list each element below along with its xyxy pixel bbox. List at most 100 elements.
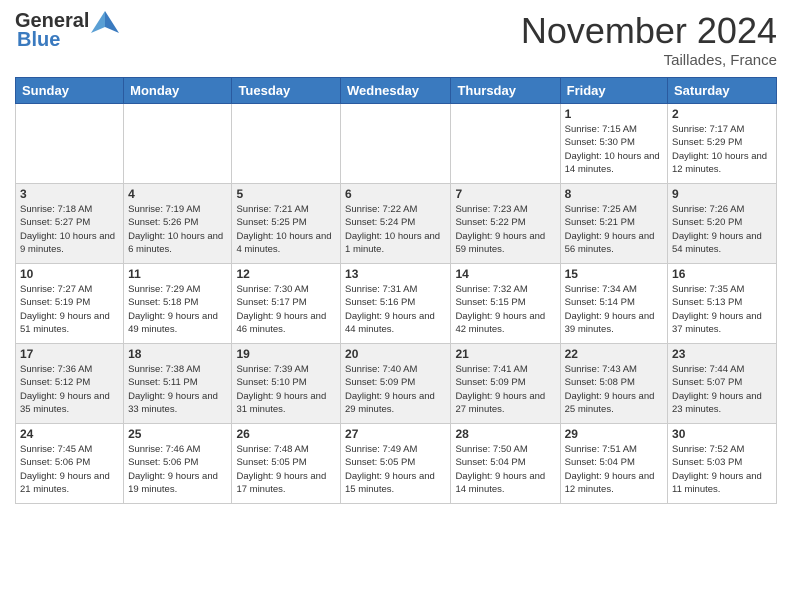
calendar-cell — [232, 104, 341, 184]
day-number: 18 — [128, 347, 227, 361]
day-number: 30 — [672, 427, 772, 441]
logo-blue-text: Blue — [17, 29, 60, 52]
day-number: 6 — [345, 187, 446, 201]
calendar-cell: 25 Sunrise: 7:46 AM Sunset: 5:06 PM Dayli… — [124, 424, 232, 504]
day-info: Sunrise: 7:52 AM Sunset: 5:03 PM Dayligh… — [672, 443, 772, 496]
page-container: General Blue November 2024 Taillades, Fr… — [0, 0, 792, 514]
day-number: 17 — [20, 347, 119, 361]
calendar-cell: 16 Sunrise: 7:35 AM Sunset: 5:13 PM Dayli… — [668, 264, 777, 344]
day-number: 9 — [672, 187, 772, 201]
col-tuesday: Tuesday — [232, 78, 341, 104]
calendar-cell: 26 Sunrise: 7:48 AM Sunset: 5:05 PM Dayli… — [232, 424, 341, 504]
day-info: Sunrise: 7:21 AM Sunset: 5:25 PM Dayligh… — [236, 203, 336, 256]
day-number: 19 — [236, 347, 336, 361]
day-info: Sunrise: 7:17 AM Sunset: 5:29 PM Dayligh… — [672, 123, 772, 176]
calendar-cell: 3Sunrise: 7:18 AM Sunset: 5:27 PM Daylig… — [16, 184, 124, 264]
day-info: Sunrise: 7:45 AM Sunset: 5:06 PM Dayligh… — [20, 443, 119, 496]
day-info: Sunrise: 7:51 AM Sunset: 5:04 PM Dayligh… — [565, 443, 663, 496]
day-info: Sunrise: 7:48 AM Sunset: 5:05 PM Dayligh… — [236, 443, 336, 496]
calendar-week-4: 17 Sunrise: 7:36 AM Sunset: 5:12 PM Dayli… — [16, 344, 777, 424]
day-number: 15 — [565, 267, 663, 281]
day-info: Sunrise: 7:26 AM Sunset: 5:20 PM Dayligh… — [672, 203, 772, 256]
calendar-cell: 17 Sunrise: 7:36 AM Sunset: 5:12 PM Dayli… — [16, 344, 124, 424]
calendar-week-1: 1 Sunrise: 7:15 AM Sunset: 5:30 PM Daylig… — [16, 104, 777, 184]
day-number: 5 — [236, 187, 336, 201]
day-info: Sunrise: 7:44 AM Sunset: 5:07 PM Dayligh… — [672, 363, 772, 416]
calendar-cell — [341, 104, 451, 184]
day-number: 21 — [455, 347, 555, 361]
day-number: 10 — [20, 267, 119, 281]
day-number: 25 — [128, 427, 227, 441]
day-info: Sunrise: 7:41 AM Sunset: 5:09 PM Dayligh… — [455, 363, 555, 416]
calendar-cell: 23 Sunrise: 7:44 AM Sunset: 5:07 PM Dayli… — [668, 344, 777, 424]
day-info: Sunrise: 7:46 AM Sunset: 5:06 PM Dayligh… — [128, 443, 227, 496]
month-title: November 2024 — [521, 10, 777, 52]
calendar: Sunday Monday Tuesday Wednesday Thursday… — [15, 77, 777, 504]
col-thursday: Thursday — [451, 78, 560, 104]
day-number: 2 — [672, 107, 772, 121]
calendar-cell: 30 Sunrise: 7:52 AM Sunset: 5:03 PM Dayli… — [668, 424, 777, 504]
col-monday: Monday — [124, 78, 232, 104]
calendar-cell: 14 Sunrise: 7:32 AM Sunset: 5:15 PM Dayli… — [451, 264, 560, 344]
day-number: 24 — [20, 427, 119, 441]
day-number: 16 — [672, 267, 772, 281]
calendar-cell: 24 Sunrise: 7:45 AM Sunset: 5:06 PM Dayli… — [16, 424, 124, 504]
day-info: Sunrise: 7:15 AM Sunset: 5:30 PM Dayligh… — [565, 123, 663, 176]
calendar-cell — [451, 104, 560, 184]
day-number: 29 — [565, 427, 663, 441]
calendar-week-2: 3Sunrise: 7:18 AM Sunset: 5:27 PM Daylig… — [16, 184, 777, 264]
day-number: 11 — [128, 267, 227, 281]
title-section: November 2024 Taillades, France — [521, 10, 777, 69]
calendar-cell: 7Sunrise: 7:23 AM Sunset: 5:22 PM Daylig… — [451, 184, 560, 264]
calendar-header-row: Sunday Monday Tuesday Wednesday Thursday… — [16, 78, 777, 104]
col-friday: Friday — [560, 78, 667, 104]
day-info: Sunrise: 7:36 AM Sunset: 5:12 PM Dayligh… — [20, 363, 119, 416]
calendar-cell: 21 Sunrise: 7:41 AM Sunset: 5:09 PM Dayli… — [451, 344, 560, 424]
calendar-cell: 18 Sunrise: 7:38 AM Sunset: 5:11 PM Dayli… — [124, 344, 232, 424]
day-number: 4 — [128, 187, 227, 201]
day-number: 7 — [455, 187, 555, 201]
day-number: 8 — [565, 187, 663, 201]
calendar-cell: 8 Sunrise: 7:25 AM Sunset: 5:21 PM Daylig… — [560, 184, 667, 264]
day-info: Sunrise: 7:43 AM Sunset: 5:08 PM Dayligh… — [565, 363, 663, 416]
day-info: Sunrise: 7:35 AM Sunset: 5:13 PM Dayligh… — [672, 283, 772, 336]
location: Taillades, France — [521, 52, 777, 69]
calendar-cell: 20Sunrise: 7:40 AM Sunset: 5:09 PM Dayli… — [341, 344, 451, 424]
calendar-cell: 1 Sunrise: 7:15 AM Sunset: 5:30 PM Daylig… — [560, 104, 667, 184]
calendar-cell: 13 Sunrise: 7:31 AM Sunset: 5:16 PM Dayli… — [341, 264, 451, 344]
day-info: Sunrise: 7:49 AM Sunset: 5:05 PM Dayligh… — [345, 443, 446, 496]
calendar-cell: 2 Sunrise: 7:17 AM Sunset: 5:29 PM Daylig… — [668, 104, 777, 184]
calendar-cell: 10 Sunrise: 7:27 AM Sunset: 5:19 PM Dayli… — [16, 264, 124, 344]
calendar-cell: 28 Sunrise: 7:50 AM Sunset: 5:04 PM Dayli… — [451, 424, 560, 504]
day-number: 12 — [236, 267, 336, 281]
calendar-cell: 29 Sunrise: 7:51 AM Sunset: 5:04 PM Dayli… — [560, 424, 667, 504]
calendar-cell: 11 Sunrise: 7:29 AM Sunset: 5:18 PM Dayli… — [124, 264, 232, 344]
col-saturday: Saturday — [668, 78, 777, 104]
day-info: Sunrise: 7:25 AM Sunset: 5:21 PM Dayligh… — [565, 203, 663, 256]
day-number: 27 — [345, 427, 446, 441]
calendar-cell: 9 Sunrise: 7:26 AM Sunset: 5:20 PM Daylig… — [668, 184, 777, 264]
day-number: 14 — [455, 267, 555, 281]
calendar-cell: 5 Sunrise: 7:21 AM Sunset: 5:25 PM Daylig… — [232, 184, 341, 264]
day-info: Sunrise: 7:50 AM Sunset: 5:04 PM Dayligh… — [455, 443, 555, 496]
day-info: Sunrise: 7:32 AM Sunset: 5:15 PM Dayligh… — [455, 283, 555, 336]
day-info: Sunrise: 7:27 AM Sunset: 5:19 PM Dayligh… — [20, 283, 119, 336]
day-number: 28 — [455, 427, 555, 441]
calendar-cell — [124, 104, 232, 184]
day-info: Sunrise: 7:18 AM Sunset: 5:27 PM Dayligh… — [20, 203, 119, 256]
day-info: Sunrise: 7:39 AM Sunset: 5:10 PM Dayligh… — [236, 363, 336, 416]
logo: General Blue — [15, 10, 121, 52]
day-number: 13 — [345, 267, 446, 281]
day-number: 1 — [565, 107, 663, 121]
day-info: Sunrise: 7:29 AM Sunset: 5:18 PM Dayligh… — [128, 283, 227, 336]
day-number: 26 — [236, 427, 336, 441]
calendar-cell: 12Sunrise: 7:30 AM Sunset: 5:17 PM Dayli… — [232, 264, 341, 344]
day-number: 23 — [672, 347, 772, 361]
calendar-cell — [16, 104, 124, 184]
day-info: Sunrise: 7:31 AM Sunset: 5:16 PM Dayligh… — [345, 283, 446, 336]
calendar-cell: 15Sunrise: 7:34 AM Sunset: 5:14 PM Dayli… — [560, 264, 667, 344]
calendar-week-3: 10 Sunrise: 7:27 AM Sunset: 5:19 PM Dayli… — [16, 264, 777, 344]
col-wednesday: Wednesday — [341, 78, 451, 104]
calendar-week-5: 24 Sunrise: 7:45 AM Sunset: 5:06 PM Dayli… — [16, 424, 777, 504]
day-info: Sunrise: 7:38 AM Sunset: 5:11 PM Dayligh… — [128, 363, 227, 416]
